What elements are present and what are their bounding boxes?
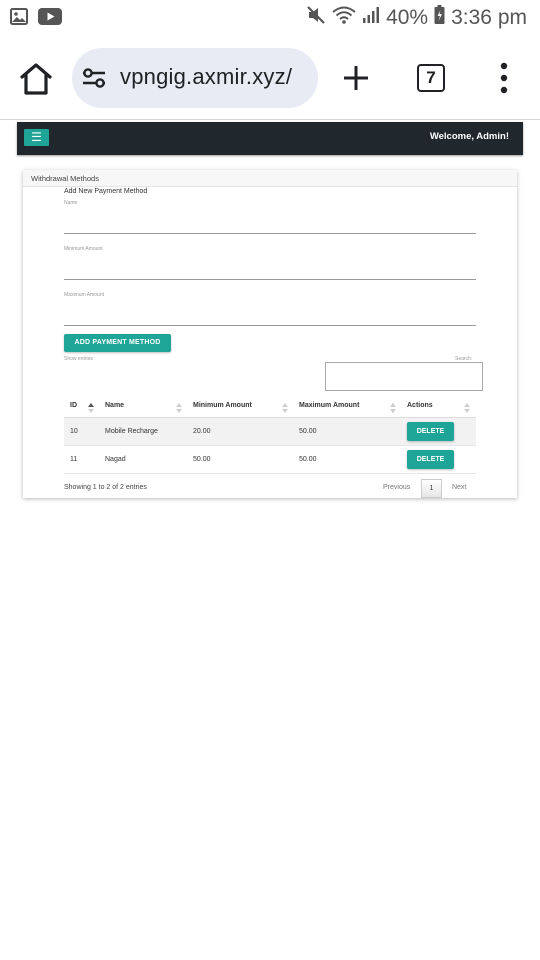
table-row: 10 Mobile Recharge 20.00 50.00 DELETE <box>64 418 476 446</box>
sort-asc-icon[interactable] <box>88 400 94 413</box>
site-settings-icon[interactable] <box>80 64 108 92</box>
signal-icon <box>362 5 380 31</box>
cell-id: 10 <box>70 428 78 435</box>
add-payment-method-button[interactable]: ADD PAYMENT METHOD <box>64 334 171 352</box>
home-icon[interactable] <box>18 62 54 96</box>
table-header: ID Name Minimum Amount Maximum Amount Ac… <box>64 392 476 418</box>
col-header-min-amount[interactable]: Minimum Amount <box>193 402 252 409</box>
cell-max: 50.00 <box>299 428 317 435</box>
cell-max: 50.00 <box>299 456 317 463</box>
cell-name: Mobile Recharge <box>105 428 158 435</box>
max-amount-field-label: Maximum Amount <box>64 292 105 298</box>
cell-min: 20.00 <box>193 428 211 435</box>
card-title: Withdrawal Methods <box>31 174 99 183</box>
welcome-text: Welcome, Admin! <box>429 131 509 142</box>
status-bar: 40% 3:36 pm <box>0 0 540 36</box>
card-header: Withdrawal Methods <box>23 170 517 187</box>
col-header-max-amount[interactable]: Maximum Amount <box>299 402 359 409</box>
max-amount-field[interactable] <box>64 325 476 326</box>
admin-navbar: ☰ Welcome, Admin! <box>17 122 523 155</box>
min-amount-field-label: Minimum Amount <box>64 246 103 252</box>
col-header-id[interactable]: ID <box>70 402 77 409</box>
clock: 3:36 pm <box>451 6 527 29</box>
cell-id: 11 <box>70 456 78 463</box>
payment-methods-table: ID Name Minimum Amount Maximum Amount Ac… <box>64 392 476 474</box>
search-input[interactable] <box>325 362 483 391</box>
show-entries-label: Show entries <box>64 356 93 362</box>
browser-divider <box>0 119 540 120</box>
tab-count: 7 <box>426 68 436 87</box>
tab-switcher-icon[interactable]: 7 <box>417 64 445 92</box>
sidebar-toggle-button[interactable]: ☰ <box>24 129 49 146</box>
new-tab-icon[interactable] <box>340 62 372 94</box>
col-header-actions[interactable]: Actions <box>407 402 433 409</box>
url-text[interactable]: vpngig.axmir.xyz/ <box>120 64 292 90</box>
battery-icon <box>434 5 445 31</box>
table-row: 11 Nagad 50.00 50.00 DELETE <box>64 446 476 474</box>
mute-icon <box>306 5 326 31</box>
col-header-name[interactable]: Name <box>105 402 124 409</box>
sort-icon[interactable] <box>176 400 182 413</box>
sort-icon[interactable] <box>464 400 470 413</box>
pagination-page-1[interactable]: 1 <box>421 479 442 498</box>
gallery-icon <box>10 8 28 30</box>
table-info: Showing 1 to 2 of 2 entries <box>64 484 147 491</box>
withdrawal-methods-card: Withdrawal Methods Add New Payment Metho… <box>23 170 517 498</box>
min-amount-field[interactable] <box>64 279 476 280</box>
youtube-icon <box>38 8 62 30</box>
delete-button[interactable]: DELETE <box>407 450 454 469</box>
pagination-next[interactable]: Next <box>452 484 466 491</box>
address-bar[interactable]: vpngig.axmir.xyz/ <box>72 48 318 108</box>
browser-toolbar: vpngig.axmir.xyz/ 7 <box>0 40 540 116</box>
battery-percent: 40% <box>386 6 429 29</box>
sort-icon[interactable] <box>282 400 288 413</box>
sort-icon[interactable] <box>390 400 396 413</box>
form-title: Add New Payment Method <box>64 188 148 195</box>
pagination-previous[interactable]: Previous <box>383 484 410 491</box>
delete-button[interactable]: DELETE <box>407 422 454 441</box>
cell-name: Nagad <box>105 456 126 463</box>
name-field-label: Name <box>64 200 78 206</box>
cell-min: 50.00 <box>193 456 211 463</box>
wifi-icon <box>332 5 356 31</box>
more-icon[interactable] <box>498 62 510 94</box>
name-field[interactable] <box>64 233 476 234</box>
